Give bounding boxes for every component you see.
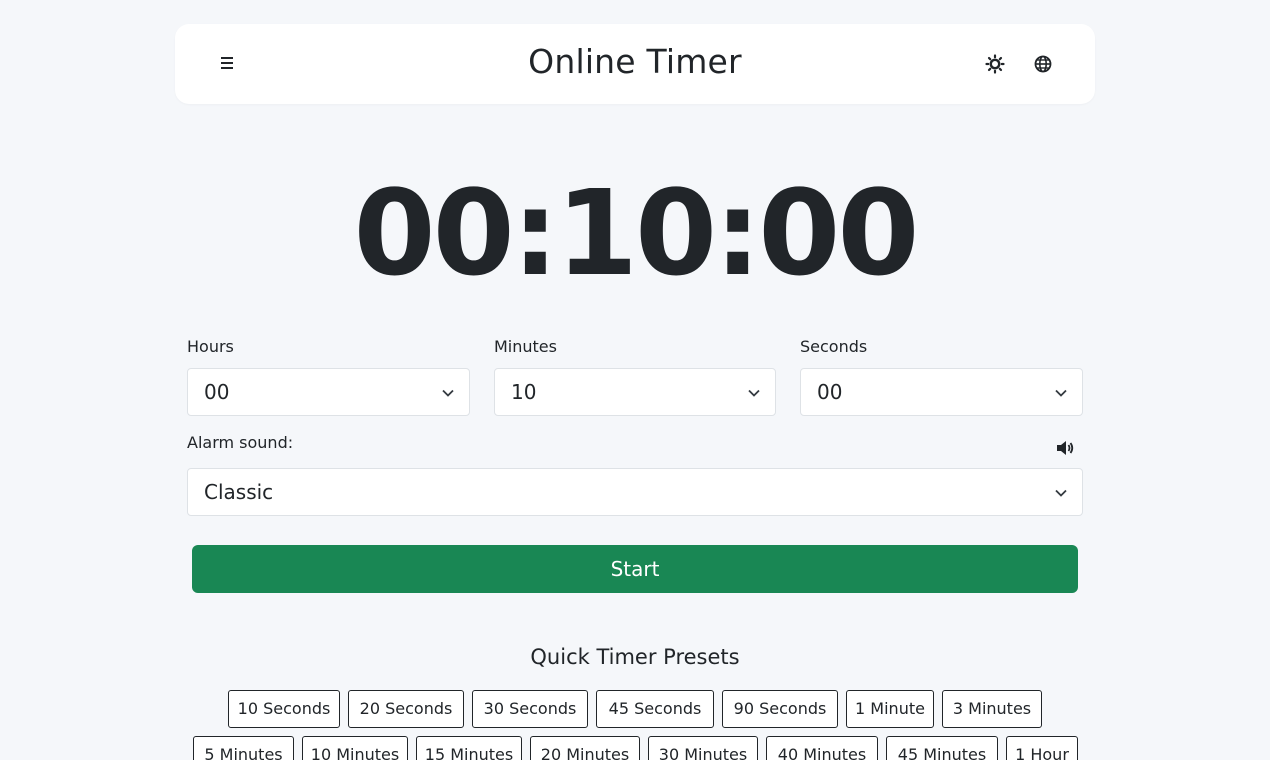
timer-display: 00:10:00 (353, 164, 919, 302)
preset-button[interactable]: 45 Minutes (886, 736, 998, 760)
preset-button[interactable]: 1 Hour (1006, 736, 1078, 760)
page-title: Online Timer (528, 42, 742, 81)
hours-select[interactable]: 00 (187, 368, 470, 416)
preset-button[interactable]: 15 Minutes (416, 736, 522, 760)
presets-title: Quick Timer Presets (530, 645, 740, 669)
alarm-sound-label: Alarm sound: (187, 433, 294, 452)
preset-button[interactable]: 30 Minutes (648, 736, 758, 760)
preset-button[interactable]: 20 Seconds (348, 690, 464, 728)
preset-button[interactable]: 40 Minutes (766, 736, 878, 760)
preset-button[interactable]: 30 Seconds (472, 690, 588, 728)
minutes-select[interactable]: 10 (494, 368, 776, 416)
alarm-sound-value: Classic (204, 480, 274, 504)
preset-button[interactable]: 90 Seconds (722, 690, 838, 728)
preset-button[interactable]: 1 Minute (846, 690, 934, 728)
minutes-value: 10 (511, 380, 537, 404)
alarm-sound-select[interactable]: Classic (187, 468, 1083, 516)
navbar: Online Timer (175, 24, 1095, 104)
preset-button[interactable]: 10 Seconds (228, 690, 340, 728)
preset-button[interactable]: 5 Minutes (193, 736, 294, 760)
preset-button[interactable]: 10 Minutes (302, 736, 408, 760)
seconds-label: Seconds (800, 337, 868, 356)
seconds-select[interactable]: 00 (800, 368, 1083, 416)
start-button[interactable]: Start (192, 545, 1078, 593)
seconds-value: 00 (817, 380, 843, 404)
preset-button[interactable]: 3 Minutes (942, 690, 1042, 728)
hours-value: 00 (204, 380, 230, 404)
hours-label: Hours (187, 337, 234, 356)
preset-button[interactable]: 45 Seconds (596, 690, 714, 728)
chevron-down-icon (1055, 389, 1067, 397)
preset-button[interactable]: 20 Minutes (530, 736, 640, 760)
chevron-down-icon (442, 389, 454, 397)
chevron-down-icon (748, 389, 760, 397)
minutes-label: Minutes (494, 337, 557, 356)
volume-icon[interactable] (1055, 438, 1075, 458)
globe-icon[interactable] (1033, 54, 1053, 74)
sun-icon[interactable] (985, 54, 1005, 74)
chevron-down-icon (1055, 489, 1067, 497)
